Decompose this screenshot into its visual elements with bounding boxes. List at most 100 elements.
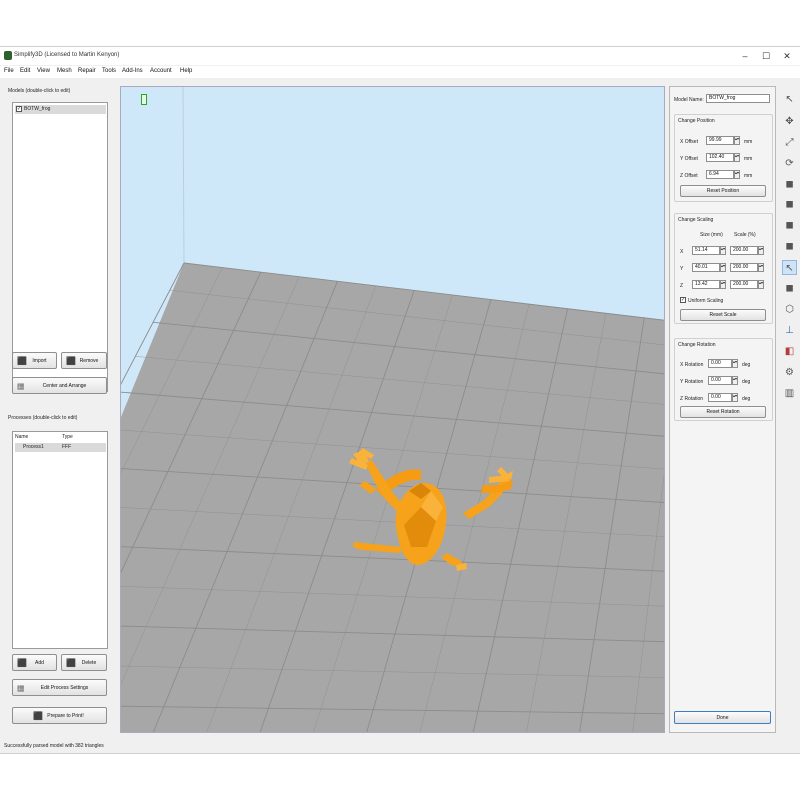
table-row[interactable]: Process1 FFF [15, 443, 106, 452]
scale-x-stepper[interactable]: ▴▾ [758, 246, 764, 255]
scale-y-input[interactable]: 200.00 [730, 263, 758, 272]
window-title: Simplify3D (Licensed to Martin Kenyon) [14, 52, 120, 58]
center-arrange-button[interactable]: ▦ Center and Arrange [12, 377, 107, 394]
size-z-stepper[interactable]: ▴▾ [720, 280, 726, 289]
solid-view-icon[interactable]: ◼ [782, 281, 797, 296]
move-tool-icon[interactable]: ✥ [782, 114, 797, 129]
list-item[interactable]: ✓ BOTW_frog [15, 105, 106, 114]
scale-z-label: Z [680, 283, 684, 289]
scale-y-label: Y [680, 266, 684, 272]
scale-z-stepper[interactable]: ▴▾ [758, 280, 764, 289]
size-y-input[interactable]: 40.01 [692, 263, 720, 272]
done-button[interactable]: Done [674, 711, 771, 724]
z-rotation-stepper[interactable]: ▴▾ [732, 393, 738, 402]
column-header-type[interactable]: Type [62, 434, 73, 440]
y-rotation-input[interactable]: 0.00 [708, 376, 732, 385]
center-arrange-label: Center and Arrange [42, 382, 87, 389]
close-button[interactable]: ✕ [777, 49, 797, 63]
z-offset-unit: mm [744, 173, 753, 179]
wireframe-view-icon[interactable]: ⬡ [782, 302, 797, 317]
edit-process-settings-button[interactable]: ▦ Edit Process Settings [12, 679, 107, 696]
scale-y-stepper[interactable]: ▴▾ [758, 263, 764, 272]
delete-process-button[interactable]: ⬛ Delete [61, 654, 107, 671]
cross-section-icon[interactable]: ◧ [782, 344, 797, 359]
select-model-icon[interactable]: ↖ [782, 260, 797, 275]
minimize-button[interactable]: – [735, 49, 755, 63]
scale-x-label: X [680, 249, 684, 255]
size-y-stepper[interactable]: ▴▾ [720, 263, 726, 272]
menu-add-ins[interactable]: Add-Ins [122, 68, 143, 74]
menu-view[interactable]: View [37, 68, 50, 74]
x-offset-input[interactable]: 99.99 [706, 136, 734, 145]
menu-help[interactable]: Help [180, 68, 192, 74]
build-volume-icon[interactable]: ▥ [782, 386, 797, 401]
y-rotation-label: Y Rotation [680, 379, 704, 385]
models-list[interactable]: ✓ BOTW_frog [12, 102, 108, 392]
size-x-input[interactable]: 51.14 [692, 246, 720, 255]
build-plate-render[interactable] [121, 87, 665, 733]
menu-mesh[interactable]: Mesh [57, 68, 72, 74]
view-front-icon[interactable]: ◼ [782, 177, 797, 192]
prepare-to-print-button[interactable]: ⬛ Prepare to Print! [12, 707, 107, 724]
y-rotation-stepper[interactable]: ▴▾ [732, 376, 738, 385]
x-rotation-input[interactable]: 0.00 [708, 359, 732, 368]
y-offset-label: Y Offset [680, 156, 698, 162]
model-visible-checkbox[interactable]: ✓ [16, 106, 22, 112]
x-offset-label: X Offset [680, 139, 698, 145]
view-right-icon[interactable]: ◼ [782, 239, 797, 254]
3d-viewport[interactable] [120, 86, 665, 733]
model-settings-panel: Model Name: BOTW_frog Change Position X … [669, 86, 776, 733]
y-rotation-unit: deg [742, 379, 751, 385]
view-toolbar: ↖ ✥ ⤢ ⟳ ◼ ◼ ◼ ◼ ↖ ◼ ⬡ ⊥ ◧ ⚙ ▥ [779, 86, 800, 733]
process-type: FFF [62, 444, 72, 450]
position-section-title: Change Position [678, 118, 715, 124]
delete-label: Delete [81, 659, 97, 666]
add-process-button[interactable]: ⬛ Add [12, 654, 57, 671]
y-offset-stepper[interactable]: ▴▾ [734, 153, 740, 162]
import-button[interactable]: ⬛ Import [12, 352, 57, 369]
menu-edit[interactable]: Edit [20, 68, 30, 74]
y-offset-input[interactable]: 102.40 [706, 153, 734, 162]
size-x-stepper[interactable]: ▴▾ [720, 246, 726, 255]
menu-file[interactable]: File [4, 68, 14, 74]
reset-scale-button[interactable]: Reset Scale [680, 309, 766, 321]
processes-group-label: Processes (double-click to edit) [8, 415, 78, 421]
column-header-name[interactable]: Name [15, 434, 28, 440]
x-offset-stepper[interactable]: ▴▾ [734, 136, 740, 145]
reset-rotation-button[interactable]: Reset Rotation [680, 406, 766, 418]
uniform-scaling-checkbox[interactable]: ✓ [680, 297, 686, 303]
model-name: BOTW_frog [24, 106, 51, 112]
select-tool-icon[interactable]: ↖ [782, 92, 797, 107]
scale-z-input[interactable]: 200.00 [730, 280, 758, 289]
reset-position-button[interactable]: Reset Position [680, 185, 766, 197]
view-indicator-icon [141, 94, 147, 105]
remove-button[interactable]: ⬛ Remove [61, 352, 107, 369]
z-rotation-input[interactable]: 0.00 [708, 393, 732, 402]
x-rotation-stepper[interactable]: ▴▾ [732, 359, 738, 368]
rotate-tool-icon[interactable]: ⟳ [782, 156, 797, 171]
menu-account[interactable]: Account [150, 68, 172, 74]
z-rotation-unit: deg [742, 396, 751, 402]
z-offset-input[interactable]: 6.94 [706, 170, 734, 179]
rotation-section-title: Change Rotation [678, 342, 716, 348]
done-label: Done [716, 714, 729, 721]
app-logo-icon [4, 51, 12, 60]
z-offset-label: Z Offset [680, 173, 698, 179]
maximize-button[interactable]: ☐ [756, 49, 776, 63]
menu-repair[interactable]: Repair [78, 68, 96, 74]
place-surface-icon[interactable]: ⊥ [782, 323, 797, 338]
menu-bar: File Edit View Mesh Repair Tools Add-Ins… [0, 66, 800, 78]
x-offset-unit: mm [744, 139, 753, 145]
scale-tool-icon[interactable]: ⤢ [782, 135, 797, 150]
z-offset-stepper[interactable]: ▴▾ [734, 170, 740, 179]
model-name-input[interactable]: BOTW_frog [706, 94, 770, 103]
processes-list[interactable]: Name Type Process1 FFF [12, 431, 108, 649]
size-z-input[interactable]: 13.42 [692, 280, 720, 289]
z-rotation-label: Z Rotation [680, 396, 704, 402]
settings-gear-icon[interactable]: ⚙ [782, 365, 797, 380]
menu-tools[interactable]: Tools [102, 68, 116, 74]
remove-label: Remove [79, 357, 99, 364]
view-back-icon[interactable]: ◼ [782, 197, 797, 212]
scale-x-input[interactable]: 200.00 [730, 246, 758, 255]
view-left-icon[interactable]: ◼ [782, 218, 797, 233]
